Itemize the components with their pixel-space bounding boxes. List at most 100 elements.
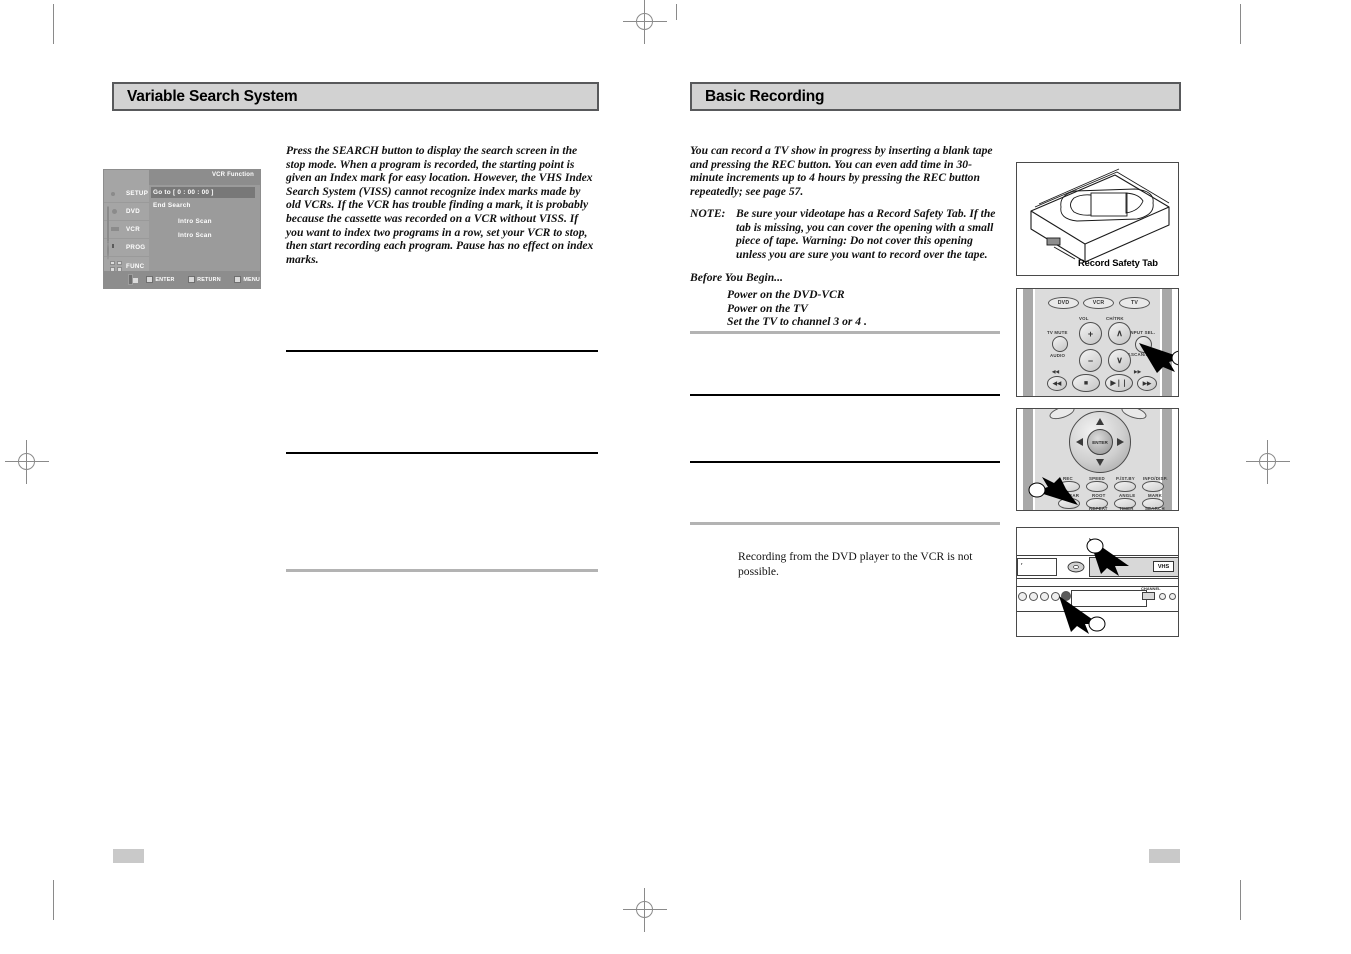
left-divider-2 — [286, 452, 598, 454]
remote-button-label: ∧ — [1116, 328, 1123, 338]
gear-icon — [107, 188, 125, 200]
before-you-begin-steps: Power on the DVD-VCR Power on the TV Set… — [727, 288, 1017, 329]
front-panel-jack-block — [1142, 592, 1155, 600]
vhs-label: VHS — [1157, 563, 1170, 570]
osd-footer-key-menu: MENU — [233, 276, 260, 283]
right-body-paragraph: You can record a TV show in progress by … — [690, 144, 993, 198]
remote-button-vcr[interactable]: VCR — [1083, 297, 1114, 309]
osd-sidebar-item-prog[interactable]: PROG — [104, 239, 149, 260]
crop-mark-bottom-right — [1240, 880, 1241, 920]
osd-footer-key-return: RETURN — [187, 276, 221, 283]
crop-mark-gutter-top — [676, 4, 677, 20]
osd-sidebar-item-dvd[interactable]: DVD — [104, 203, 149, 225]
osd-footer-key-label: RETURN — [197, 276, 221, 283]
osd-sidebar-label: DVD — [126, 208, 140, 215]
osd-menu-item-intro-scan-2[interactable]: Intro Scan — [178, 232, 212, 239]
vhs-logo-badge: VHS — [1153, 561, 1174, 572]
remote-button-label: + — [1087, 328, 1094, 339]
remote-button-label: ∨ — [1116, 355, 1123, 365]
remote-label-root: ROOT — [1092, 493, 1106, 498]
front-panel-display-text: r — [1021, 561, 1023, 566]
remote-top-figure: DVD VCR TV VOL CH/TRK TV MUTE AUDIO INPU… — [1016, 288, 1179, 397]
dpad-arrow-icons — [1076, 418, 1124, 466]
remote-label-info-disp: INFO/DISP. — [1143, 476, 1168, 481]
clock-icon — [107, 241, 125, 260]
note-text: Be sure your videotape has a Record Safe… — [736, 207, 996, 261]
remote-button-stop[interactable]: ■ — [1072, 374, 1100, 392]
return-key-icon — [187, 276, 195, 283]
remote-button-tv[interactable]: TV — [1119, 297, 1150, 309]
remote-button-channel-down[interactable]: ∨ — [1108, 349, 1131, 372]
remote-button-label: TV — [1130, 300, 1139, 306]
osd-header-label: VCR Function — [211, 172, 254, 178]
callout-arrow-rec-button — [1059, 596, 1106, 634]
remote-button-info-disp[interactable] — [1142, 481, 1164, 492]
callout-arrow-cassette-slot — [1086, 538, 1129, 576]
remote-left-edge — [1023, 289, 1033, 396]
remote-label-pstby: P./ST.BY — [1116, 476, 1135, 481]
remote-button-vol-down[interactable]: − — [1079, 349, 1102, 372]
remote-button-pstby[interactable] — [1114, 481, 1136, 492]
callout-arrow-input-sel — [1139, 343, 1178, 373]
remote-sublabel-search: SEARCH — [1145, 506, 1165, 511]
osd-sidebar-label: SETUP — [126, 190, 149, 197]
osd-menu-item-intro-scan-1[interactable]: Intro Scan — [178, 218, 212, 225]
front-panel-knob-right-2[interactable] — [1169, 593, 1176, 600]
right-divider-3 — [690, 461, 1000, 463]
osd-menu-item-goto[interactable]: Go to [ 0 : 00 : 00 ] — [153, 189, 214, 196]
osd-footer-key-label: ENTER — [155, 276, 175, 283]
left-section-title-bar: Variable Search System — [112, 82, 599, 111]
remote-button-label: DVD — [1057, 300, 1070, 306]
enter-key-icon — [145, 276, 153, 283]
right-footnote: Recording from the DVD player to the VCR… — [738, 550, 973, 578]
front-panel-display-window — [1017, 558, 1057, 576]
crop-mark-top-right — [1240, 4, 1241, 44]
remote-label-tv-mute: TV MUTE — [1047, 330, 1068, 335]
osd-header-left-block — [104, 170, 149, 185]
osd-sidebar-label: FUNC — [126, 262, 145, 270]
registration-mark-bottom — [623, 888, 667, 932]
cassette-caption: Record Safety Tab — [1078, 257, 1158, 268]
vcr-icon — [107, 223, 125, 243]
osd-sidebar-item-vcr[interactable]: VCR — [104, 221, 149, 243]
left-divider-3 — [286, 569, 598, 572]
left-body-paragraph: Press the SEARCH button to display the s… — [286, 144, 594, 266]
left-page-number-tab — [113, 849, 144, 863]
remote-button-vol-up[interactable]: + — [1079, 322, 1102, 345]
osd-menu-item-end-search[interactable]: End Search — [153, 202, 191, 209]
callout-arrow-rec — [1028, 477, 1078, 505]
remote-bottom-figure: ENTER REC SPEED P./ST.BY INFO/DISP. CLEA… — [1016, 408, 1179, 511]
remote-label-mark: MARK — [1148, 493, 1162, 498]
remote-label-angle: ANGLE — [1119, 493, 1136, 498]
front-panel-knob-2[interactable] — [1029, 592, 1038, 601]
cassette-figure: Record Safety Tab — [1016, 162, 1179, 276]
front-panel-knob-right-1[interactable] — [1159, 593, 1166, 600]
direction-pad-icon — [128, 274, 138, 285]
note-label: NOTE: — [690, 207, 726, 220]
crop-mark-bottom-left — [53, 880, 54, 920]
front-panel-knob-3[interactable] — [1040, 592, 1049, 601]
remote-label-audio: AUDIO — [1050, 353, 1066, 358]
crop-mark-top-left — [53, 4, 54, 44]
remote-button-label: ▶❘❘ — [1110, 380, 1128, 387]
front-panel-knob-1[interactable] — [1018, 592, 1027, 601]
osd-sidebar-item-setup[interactable]: SETUP — [104, 185, 149, 203]
remote-button-label: − — [1087, 355, 1094, 366]
remote-sublabel-timer: TIMER — [1119, 506, 1134, 511]
right-page-title: Basic Recording — [705, 87, 825, 105]
remote-button-speed[interactable] — [1086, 481, 1108, 492]
remote-button-rewind[interactable]: ◀◀ — [1047, 376, 1067, 391]
remote-button-dvd[interactable]: DVD — [1048, 297, 1079, 309]
remote-button-tv-mute-audio[interactable] — [1052, 336, 1068, 352]
right-divider-2 — [690, 394, 1000, 396]
remote-right-edge — [1162, 409, 1172, 510]
remote-button-play-pause[interactable]: ▶❘❘ — [1105, 374, 1133, 392]
osd-sidebar-label: PROG — [126, 244, 146, 251]
before-you-begin-step: Set the TV to channel 3 or 4 . — [727, 315, 867, 329]
remote-button-fast-forward[interactable]: ▶▶ — [1137, 376, 1157, 391]
before-you-begin-step: Power on the TV — [727, 301, 808, 315]
remote-button-label: ◀◀ — [1052, 380, 1062, 387]
right-divider-4 — [690, 522, 1000, 525]
remote-button-channel-up[interactable]: ∧ — [1108, 322, 1131, 345]
osd-footer-bar: ENTER RETURN MENU — [104, 271, 260, 288]
